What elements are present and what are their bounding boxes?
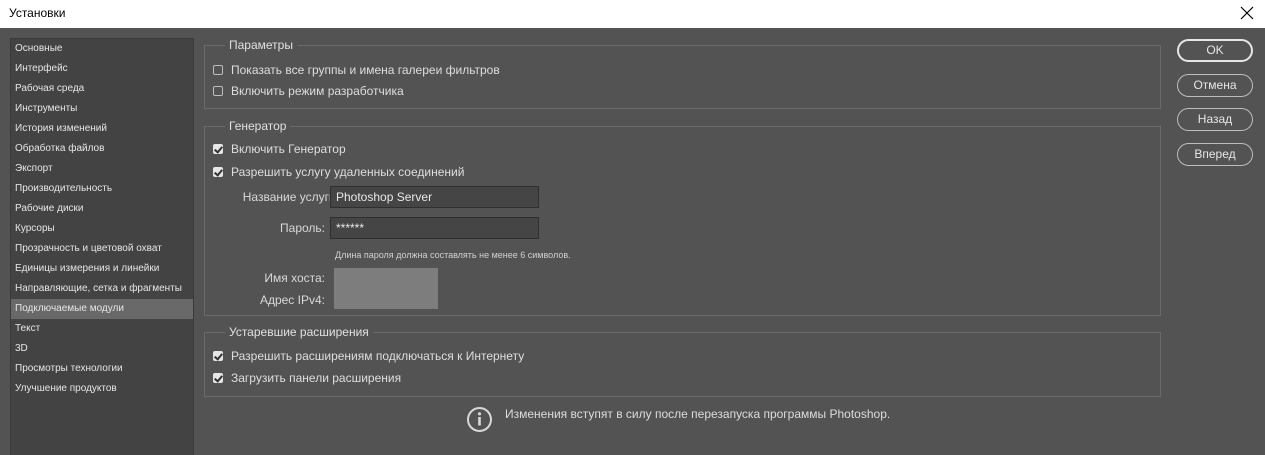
service-name-label: Название услуги: [242, 190, 339, 204]
enable-generator-checkbox-row[interactable]: Включить Генератор [213, 141, 346, 157]
checkbox-icon[interactable] [213, 65, 223, 75]
sidebar-item[interactable]: Прозрачность и цветовой охват [11, 239, 193, 259]
password-input[interactable]: ****** [330, 217, 539, 239]
sidebar-item[interactable]: 3D [11, 339, 193, 359]
window-title: Установки [9, 6, 66, 20]
ipv4-label: Адрес IPv4: [259, 293, 325, 307]
sidebar-item[interactable]: Рабочая среда [11, 79, 193, 99]
sidebar-item[interactable]: Рабочие диски [11, 199, 193, 219]
title-bar: Установки [0, 0, 1265, 28]
generator-group: Генератор Включить Генератор Разрешить у… [204, 119, 1161, 316]
host-name-label: Имя хоста: [264, 271, 325, 285]
enable-generator-label: Включить Генератор [231, 142, 346, 156]
generator-group-title: Генератор [225, 119, 291, 133]
allow-internet-label: Разрешить расширениям подключаться к Инт… [231, 349, 525, 363]
restart-notice-text: Изменения вступят в силу после перезапус… [505, 407, 891, 421]
sidebar-item[interactable]: Курсоры [11, 219, 193, 239]
sidebar-item[interactable]: Обработка файлов [11, 139, 193, 159]
password-hint: Длина пароля должна составлять не менее … [335, 250, 571, 260]
sidebar-item[interactable]: Экспорт [11, 159, 193, 179]
legacy-extensions-group: Устаревшие расширения Разрешить расширен… [204, 325, 1161, 397]
load-panels-checkbox-row[interactable]: Загрузить панели расширения [213, 370, 401, 386]
back-button[interactable]: Назад [1177, 108, 1253, 131]
sidebar-item[interactable]: Основные [11, 39, 193, 59]
ok-button[interactable]: OK [1177, 39, 1253, 62]
sidebar-item[interactable]: Единицы измерения и линейки [11, 259, 193, 279]
show-filter-gallery-label: Показать все группы и имена галереи филь… [231, 63, 500, 77]
host-info-box [334, 268, 438, 309]
forward-button[interactable]: Вперед [1177, 143, 1253, 166]
allow-internet-checkbox-row[interactable]: Разрешить расширениям подключаться к Инт… [213, 348, 524, 364]
sidebar-item[interactable]: Производительность [11, 179, 193, 199]
sidebar-item[interactable]: Улучшение продуктов [11, 379, 193, 399]
allow-remote-label: Разрешить услугу удаленных соединений [231, 165, 465, 179]
sidebar-item[interactable]: Просмотры технологии [11, 359, 193, 379]
legacy-group-title: Устаревшие расширения [225, 325, 373, 339]
sidebar-item[interactable]: Инструменты [11, 99, 193, 119]
params-group-title: Параметры [225, 38, 297, 52]
service-name-input[interactable]: Photoshop Server [330, 186, 539, 208]
checkbox-icon[interactable] [213, 167, 223, 177]
info-icon [467, 407, 492, 432]
cancel-button[interactable]: Отмена [1177, 74, 1253, 97]
checkbox-icon[interactable] [213, 351, 223, 361]
preferences-sidebar: Основные Интерфейс Рабочая среда Инструмент… [10, 38, 194, 455]
params-group: Параметры Показать все группы и имена га… [204, 38, 1161, 109]
checkbox-icon[interactable] [213, 373, 223, 383]
sidebar-item[interactable]: Подключаемые модули [11, 299, 193, 319]
password-label: Пароль: [280, 221, 325, 235]
show-filter-gallery-checkbox-row[interactable]: Показать все группы и имена галереи филь… [213, 62, 500, 78]
close-button[interactable] [1229, 0, 1265, 28]
checkbox-icon[interactable] [213, 86, 223, 96]
sidebar-item[interactable]: История изменений [11, 119, 193, 139]
developer-mode-label: Включить режим разработчика [231, 84, 404, 98]
developer-mode-checkbox-row[interactable]: Включить режим разработчика [213, 83, 404, 99]
load-panels-label: Загрузить панели расширения [231, 371, 402, 385]
close-icon [1240, 6, 1254, 20]
checkbox-icon[interactable] [213, 144, 223, 154]
sidebar-item[interactable]: Текст [11, 319, 193, 339]
sidebar-item[interactable]: Интерфейс [11, 59, 193, 79]
sidebar-item[interactable]: Направляющие, сетка и фрагменты [11, 279, 193, 299]
allow-remote-checkbox-row[interactable]: Разрешить услугу удаленных соединений [213, 164, 464, 180]
